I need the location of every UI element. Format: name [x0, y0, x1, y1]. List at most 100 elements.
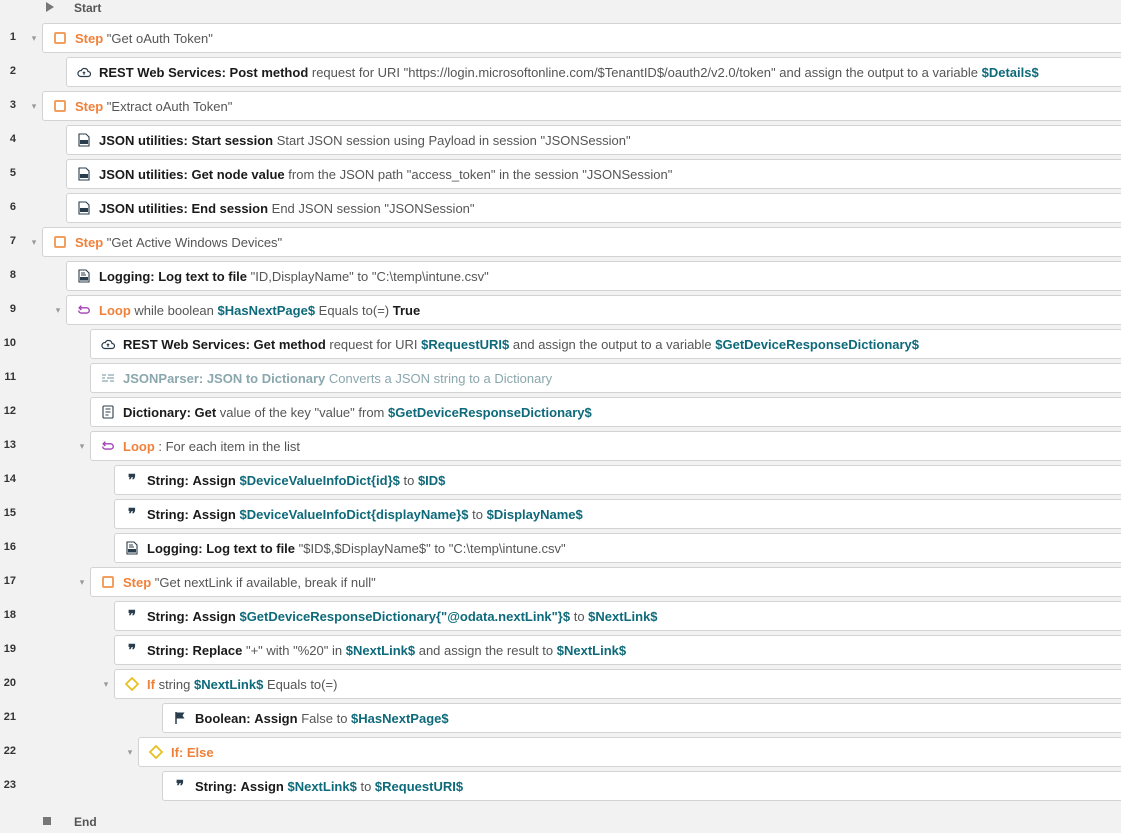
line-number: 3 [9, 99, 16, 111]
line-number: 19 [3, 643, 16, 655]
action-keyword: String: Replace [147, 643, 243, 658]
action-card[interactable]: Step "Get oAuth Token" [42, 23, 1121, 53]
variable-token: $HasNextPage$ [217, 303, 316, 318]
line-number: 11 [4, 371, 16, 383]
start-label: Start [74, 1, 102, 15]
action-card[interactable]: JSON utilities: Start session Start JSON… [66, 125, 1121, 155]
workflow-row: 9 ▾ Loop while boolean $HasNextPage$ Equal… [0, 294, 1121, 328]
action-description: to [356, 779, 375, 794]
action-card[interactable]: Step "Extract oAuth Token" [42, 91, 1121, 121]
collapse-chevron-icon[interactable]: ▾ [77, 441, 87, 451]
action-text: REST Web Services: Get method request fo… [123, 337, 919, 353]
collapse-chevron-icon[interactable]: ▾ [29, 237, 39, 247]
action-card[interactable]: Loop : For each item in the list [90, 431, 1121, 461]
workflow-row: 21 Boolean: Assign False to $HasNextPage$ [0, 702, 1121, 736]
action-card[interactable]: Step "Get nextLink if available, break i… [90, 567, 1121, 597]
collapse-chevron-icon[interactable]: ▾ [77, 577, 87, 587]
json-file-icon [77, 133, 91, 147]
action-description: False to [297, 711, 352, 726]
collapse-chevron-icon[interactable]: ▾ [53, 305, 63, 315]
action-card[interactable]: ❞ String: Assign $NextLink$ to $RequestUR… [162, 771, 1121, 801]
action-description: Equals to(=) [315, 303, 393, 318]
start-marker[interactable]: Start [0, 0, 200, 18]
collapse-chevron-icon[interactable]: ▾ [29, 33, 39, 43]
action-keyword: JSON utilities: Get node value [99, 167, 285, 182]
line-number: 4 [9, 133, 16, 145]
string-quote-icon: ❞ [127, 505, 137, 523]
dictionary-icon [101, 405, 115, 419]
action-description: to [468, 507, 487, 522]
action-description: request for URI [325, 337, 422, 352]
action-description: value of the key "value" from [216, 405, 388, 420]
line-number: 8 [9, 269, 16, 281]
action-keyword: If [147, 677, 155, 692]
workflow-row: 23 ❞ String: Assign $NextLink$ to $Request… [0, 770, 1121, 804]
end-marker[interactable]: End [0, 812, 200, 832]
action-keyword: JSON utilities: End session [99, 201, 269, 216]
variable-token: $ID$ [417, 473, 446, 488]
line-number: 22 [3, 745, 16, 757]
action-keyword: String: Assign [195, 779, 284, 794]
action-keyword: Loop [123, 439, 155, 454]
variable-token: $DisplayName$ [486, 507, 583, 522]
collapse-chevron-icon[interactable]: ▾ [29, 101, 39, 111]
action-text: Step "Get oAuth Token" [75, 31, 213, 47]
json-file-icon [77, 201, 91, 215]
variable-token: $NextLink$ [287, 779, 357, 794]
collapse-chevron-icon[interactable]: ▾ [101, 679, 111, 689]
action-card[interactable]: JSON utilities: End session End JSON ses… [66, 193, 1121, 223]
action-description: : For each item in the list [154, 439, 300, 454]
string-quote-icon: ❞ [127, 471, 137, 489]
action-card[interactable]: Boolean: Assign False to $HasNextPage$ [162, 703, 1121, 733]
action-card[interactable]: JSONParser: JSON to Dictionary Converts … [90, 363, 1121, 393]
action-description: "+" with "%20" in [242, 643, 346, 658]
variable-token: $NextLink$ [193, 677, 264, 692]
line-number: 7 [9, 235, 16, 247]
action-text: Logging: Log text to file "ID,DisplayNam… [99, 269, 489, 285]
action-card[interactable]: REST Web Services: Post method request f… [66, 57, 1121, 87]
string-quote-icon: ❞ [175, 777, 185, 795]
workflow-row: 8 Logging: Log text to file "ID,DisplayNa… [0, 260, 1121, 294]
action-text: Step "Extract oAuth Token" [75, 99, 232, 115]
action-card[interactable]: ❞ String: Assign $GetDeviceResponseDictio… [114, 601, 1121, 631]
action-card[interactable]: JSON utilities: Get node value from the … [66, 159, 1121, 189]
action-card[interactable]: Step "Get Active Windows Devices" [42, 227, 1121, 257]
variable-token: $DeviceValueInfoDict{displayName}$ [239, 507, 469, 522]
line-number: 15 [3, 507, 16, 519]
line-number: 12 [3, 405, 16, 417]
variable-token: $GetDeviceResponseDictionary$ [388, 405, 592, 420]
action-text: String: Assign $NextLink$ to $RequestURI… [195, 779, 463, 795]
if-diamond-icon [149, 745, 163, 759]
action-card[interactable]: If string $NextLink$ Equals to(=) [114, 669, 1121, 699]
action-text: If string $NextLink$ Equals to(=) [147, 677, 337, 693]
workflow-row: 1 ▾ Step "Get oAuth Token" [0, 22, 1121, 56]
line-number: 9 [9, 303, 16, 315]
action-card[interactable]: REST Web Services: Get method request fo… [90, 329, 1121, 359]
action-description: Start JSON session using Payload in sess… [273, 133, 631, 148]
variable-token: $Details$ [981, 65, 1039, 80]
workflow-row: 16 Logging: Log text to file "$ID$,$Displ… [0, 532, 1121, 566]
action-card[interactable]: Logging: Log text to file "$ID$,$Display… [114, 533, 1121, 563]
workflow-row: 11 JSONParser: JSON to Dictionary Convert… [0, 362, 1121, 396]
line-number: 23 [3, 779, 16, 791]
end-label: End [74, 815, 97, 829]
action-card[interactable]: Loop while boolean $HasNextPage$ Equals … [66, 295, 1121, 325]
action-card[interactable]: If: Else [138, 737, 1121, 767]
action-text: JSONParser: JSON to Dictionary Converts … [123, 371, 552, 387]
action-keyword: Step [75, 99, 104, 114]
action-card[interactable]: ❞ String: Assign $DeviceValueInfoDict{id}… [114, 465, 1121, 495]
action-text: Dictionary: Get value of the key "value"… [123, 405, 592, 421]
workflow-row: 19 ❞ String: Replace "+" with "%20" in $Ne… [0, 634, 1121, 668]
action-keyword: JSON utilities: Start session [99, 133, 274, 148]
action-card[interactable]: Logging: Log text to file "ID,DisplayNam… [66, 261, 1121, 291]
collapse-chevron-icon[interactable]: ▾ [125, 747, 135, 757]
action-keyword: JSONParser: JSON to Dictionary [123, 371, 326, 386]
workflow-row: 17 ▾ Step "Get nextLink if available, brea… [0, 566, 1121, 600]
action-description: while boolean [130, 303, 218, 318]
action-card[interactable]: ❞ String: Assign $DeviceValueInfoDict{dis… [114, 499, 1121, 529]
action-keyword: Boolean: Assign [195, 711, 298, 726]
action-card[interactable]: ❞ String: Replace "+" with "%20" in $Next… [114, 635, 1121, 665]
action-card[interactable]: Dictionary: Get value of the key "value"… [90, 397, 1121, 427]
action-text: Loop while boolean $HasNextPage$ Equals … [99, 303, 420, 319]
action-keyword: Logging: Log text to file [147, 541, 296, 556]
